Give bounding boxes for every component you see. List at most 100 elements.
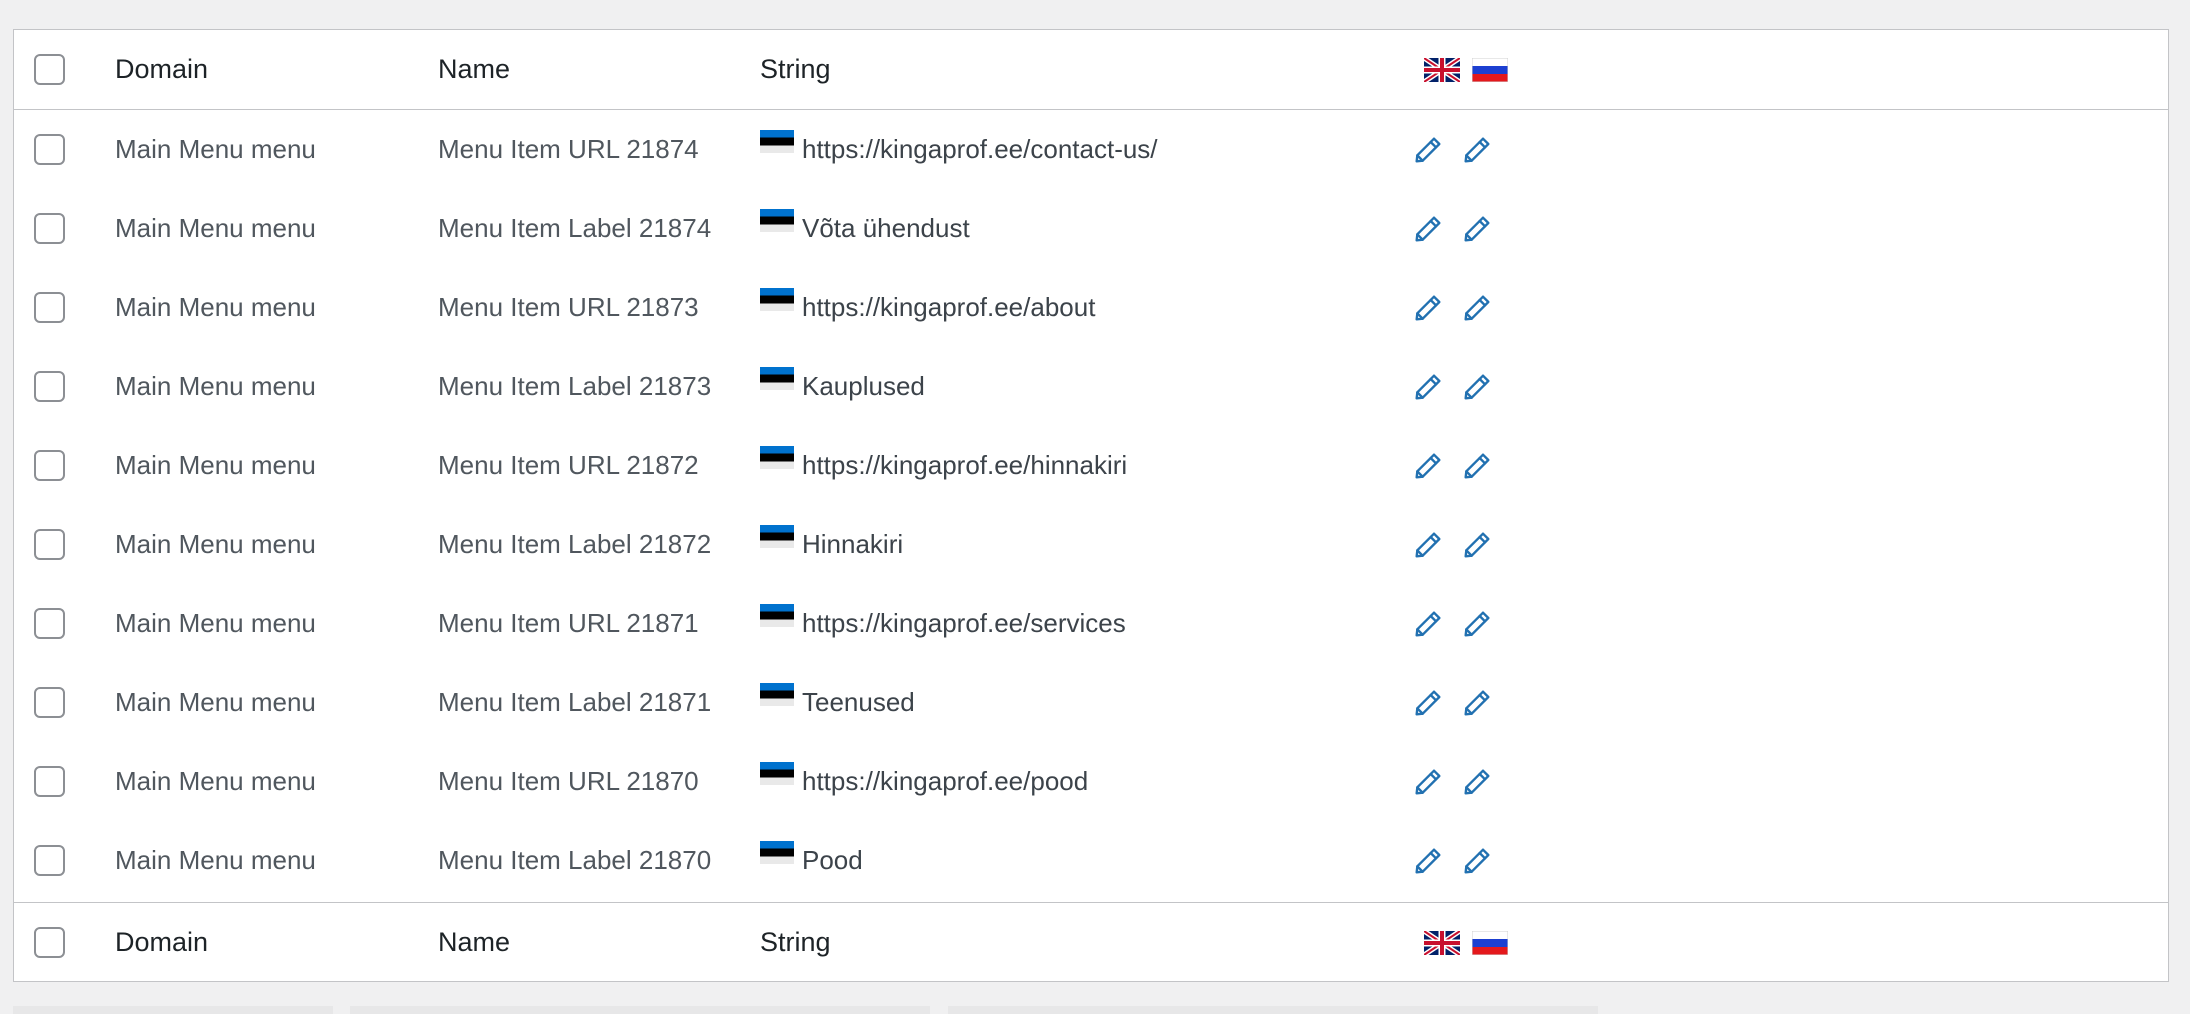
ru-flag-icon [1472,930,1508,955]
row-string-text: https://kingaprof.ee/hinnakiri [802,450,1128,480]
column-footer-string[interactable]: String [760,903,831,982]
edit-translation-ru-pencil-icon[interactable] [1459,211,1495,247]
edit-translation-en-pencil-icon[interactable] [1410,764,1446,800]
row-actions [1410,584,1508,663]
edit-translation-en-pencil-icon[interactable] [1410,606,1446,642]
table-row: Main Menu menu Menu Item Label 21872 Hinna… [14,505,2168,584]
ee-flag-icon [760,130,794,153]
row-string-text: https://kingaprof.ee/contact-us/ [802,134,1158,164]
tablenav-bottom-left [13,1006,333,1014]
row-actions [1410,426,1508,505]
row-string-text: https://kingaprof.ee/services [802,608,1126,638]
edit-translation-ru-pencil-icon[interactable] [1459,843,1495,879]
language-flags [1424,30,1520,109]
column-header-string[interactable]: String [760,30,831,109]
row-domain: Main Menu menu [115,213,316,243]
row-actions [1410,505,1508,584]
row-string: https://kingaprof.ee/contact-us/ [760,110,1158,189]
row-name: Menu Item URL 21874 [438,134,699,164]
row-string: Võta ühendust [760,189,970,268]
row-checkbox[interactable] [34,371,65,402]
edit-translation-ru-pencil-icon[interactable] [1459,290,1495,326]
row-name: Menu Item URL 21870 [438,766,699,796]
edit-translation-en-pencil-icon[interactable] [1410,369,1446,405]
row-domain: Main Menu menu [115,450,316,480]
uk-flag-icon [1424,57,1460,82]
edit-translation-en-pencil-icon[interactable] [1410,211,1446,247]
column-footer-name[interactable]: Name [438,903,510,982]
row-actions [1410,268,1508,347]
edit-translation-ru-pencil-icon[interactable] [1459,685,1495,721]
ee-flag-icon [760,367,794,390]
ee-flag-icon [760,762,794,785]
ee-flag-icon [760,604,794,627]
row-string: Pood [760,821,863,900]
language-flags-footer [1424,903,1520,982]
row-actions [1410,742,1508,821]
row-checkbox[interactable] [34,845,65,876]
row-string-text: Pood [802,845,863,875]
tablenav-bottom-right [948,1006,1598,1014]
select-all-checkbox-footer[interactable] [34,927,65,958]
table-row: Main Menu menu Menu Item Label 21873 Kaupl… [14,347,2168,426]
row-domain: Main Menu menu [115,371,316,401]
row-string-text: Võta ühendust [802,213,970,243]
edit-translation-en-pencil-icon[interactable] [1410,290,1446,326]
edit-translation-ru-pencil-icon[interactable] [1459,606,1495,642]
row-string-text: https://kingaprof.ee/about [802,292,1096,322]
row-name: Menu Item Label 21870 [438,845,712,875]
row-checkbox[interactable] [34,292,65,323]
table-footer: Domain Name String [14,902,2168,982]
row-string: https://kingaprof.ee/about [760,268,1095,347]
edit-translation-en-pencil-icon[interactable] [1410,843,1446,879]
edit-translation-en-pencil-icon[interactable] [1410,132,1446,168]
row-checkbox[interactable] [34,687,65,718]
table-row: Main Menu menu Menu Item Label 21870 Pood [14,821,2168,900]
select-all-checkbox[interactable] [34,54,65,85]
row-string-text: Hinnakiri [802,529,904,559]
edit-translation-ru-pencil-icon[interactable] [1459,448,1495,484]
row-checkbox[interactable] [34,766,65,797]
uk-flag-icon [1424,930,1460,955]
column-header-name[interactable]: Name [438,30,510,109]
table-row: Main Menu menu Menu Item Label 21871 Teenu… [14,663,2168,742]
row-domain: Main Menu menu [115,529,316,559]
edit-translation-ru-pencil-icon[interactable] [1459,132,1495,168]
row-checkbox[interactable] [34,450,65,481]
row-string: Hinnakiri [760,505,903,584]
column-footer-domain[interactable]: Domain [115,903,208,982]
edit-translation-ru-pencil-icon[interactable] [1459,527,1495,563]
ee-flag-icon [760,525,794,548]
column-header-domain[interactable]: Domain [115,30,208,109]
row-checkbox[interactable] [34,529,65,560]
row-name: Menu Item URL 21873 [438,292,699,322]
row-string-text: https://kingaprof.ee/pood [802,766,1089,796]
row-string: https://kingaprof.ee/hinnakiri [760,426,1127,505]
row-string: https://kingaprof.ee/services [760,584,1126,663]
row-string-text: Teenused [802,687,915,717]
row-domain: Main Menu menu [115,687,316,717]
ee-flag-icon [760,288,794,311]
row-string: Kauplused [760,347,925,426]
table-row: Main Menu menu Menu Item URL 21871 https:/… [14,584,2168,663]
ee-flag-icon [760,841,794,864]
row-domain: Main Menu menu [115,134,316,164]
row-checkbox[interactable] [34,134,65,165]
row-name: Menu Item URL 21872 [438,450,699,480]
row-domain: Main Menu menu [115,608,316,638]
edit-translation-en-pencil-icon[interactable] [1410,448,1446,484]
edit-translation-en-pencil-icon[interactable] [1410,685,1446,721]
edit-translation-ru-pencil-icon[interactable] [1459,369,1495,405]
row-name: Menu Item Label 21872 [438,529,712,559]
table-row: Main Menu menu Menu Item URL 21872 https:/… [14,426,2168,505]
row-checkbox[interactable] [34,213,65,244]
edit-translation-ru-pencil-icon[interactable] [1459,764,1495,800]
row-actions [1410,663,1508,742]
row-actions [1410,110,1508,189]
table-header: Domain Name String [14,30,2168,110]
row-checkbox[interactable] [34,608,65,639]
row-actions [1410,821,1508,900]
table-row: Main Menu menu Menu Item URL 21873 https:/… [14,268,2168,347]
edit-translation-en-pencil-icon[interactable] [1410,527,1446,563]
table-row: Main Menu menu Menu Item Label 21874 Võta … [14,189,2168,268]
